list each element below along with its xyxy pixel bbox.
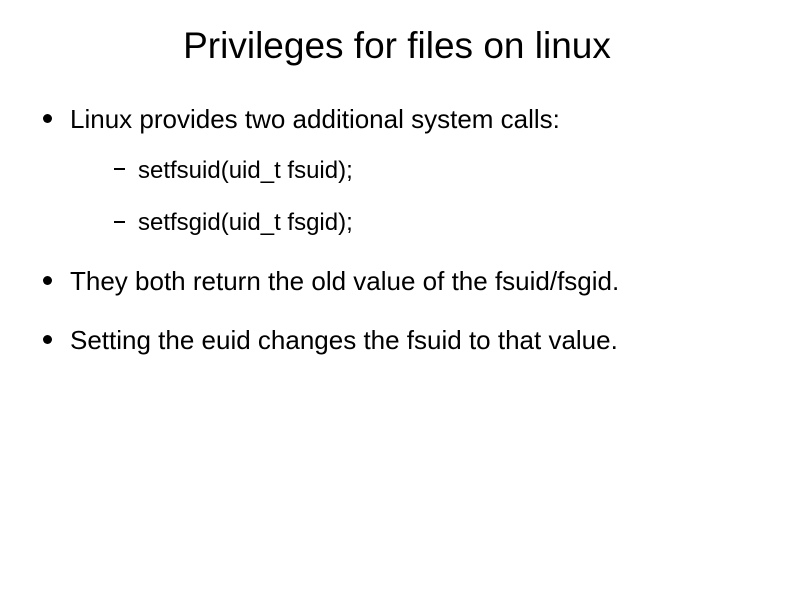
sub-bullet-text: setfsuid(uid_t fsuid); <box>138 157 353 184</box>
bullet-text: They both return the old value of the fs… <box>70 266 619 296</box>
bullet-item: They both return the old value of the fs… <box>35 264 759 299</box>
slide: Privileges for files on linux Linux prov… <box>0 0 794 595</box>
bullet-text: Setting the euid changes the fsuid to th… <box>70 325 618 355</box>
bullet-list: Linux provides two additional system cal… <box>35 102 759 358</box>
bullet-item: Setting the euid changes the fsuid to th… <box>35 323 759 358</box>
sub-bullet-list: setfsuid(uid_t fsuid); setfsgid(uid_t fs… <box>70 155 759 240</box>
slide-title: Privileges for files on linux <box>35 25 759 67</box>
bullet-text: Linux provides two additional system cal… <box>70 104 560 134</box>
sub-bullet-item: setfsgid(uid_t fsgid); <box>110 207 759 239</box>
bullet-item: Linux provides two additional system cal… <box>35 102 759 240</box>
sub-bullet-item: setfsuid(uid_t fsuid); <box>110 155 759 187</box>
sub-bullet-text: setfsgid(uid_t fsgid); <box>138 209 353 236</box>
